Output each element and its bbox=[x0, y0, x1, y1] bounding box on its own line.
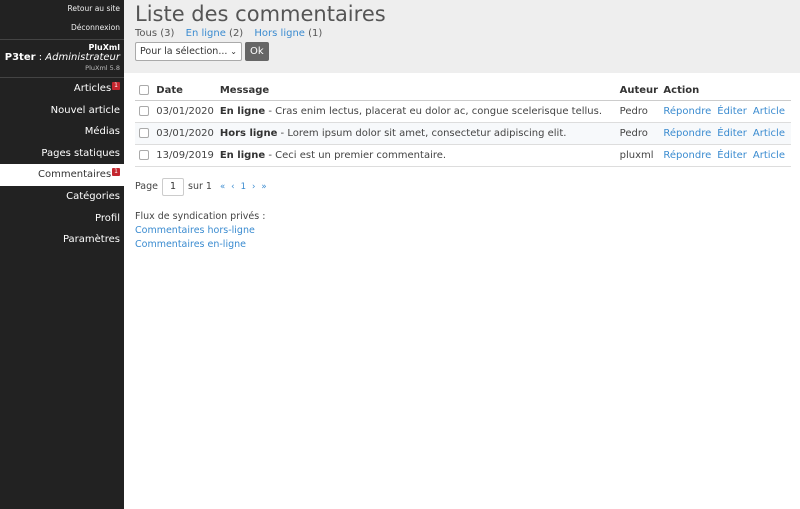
comment-text: - Lorem ipsum dolor sit amet, consectetu… bbox=[277, 127, 567, 139]
pagination: Page 1 sur 1 « ‹ 1 › » bbox=[135, 177, 791, 196]
menu-item-label: Commentaires bbox=[38, 169, 112, 181]
menu-item-label: Profil bbox=[95, 212, 120, 224]
page-total-label: sur 1 bbox=[188, 181, 212, 192]
last-page-link[interactable]: » bbox=[261, 182, 266, 192]
table-row: 03/01/2020 En ligne - Cras enim lectus, … bbox=[135, 100, 791, 123]
filter-online[interactable]: En ligne (2) bbox=[186, 28, 244, 39]
column-header-date: Date bbox=[156, 82, 220, 101]
page-label: Page bbox=[135, 181, 158, 192]
comment-text: - Ceci est un premier commentaire. bbox=[265, 149, 447, 161]
menu-item-label: Paramètres bbox=[62, 234, 120, 246]
user-separator: : bbox=[35, 52, 46, 63]
row-checkbox[interactable] bbox=[139, 127, 149, 138]
edit-link[interactable]: Éditer bbox=[717, 128, 747, 139]
syndication-label: Flux de syndication privés : bbox=[135, 210, 266, 222]
first-page-link[interactable]: « bbox=[220, 182, 225, 192]
select-all-checkbox[interactable] bbox=[139, 85, 149, 96]
comment-message: En ligne - Ceci est un premier commentai… bbox=[219, 144, 620, 167]
bulk-action-select[interactable]: Pour la sélection... ⌄ bbox=[135, 42, 242, 61]
menu-item-label: Nouvel article bbox=[50, 104, 120, 116]
row-checkbox[interactable] bbox=[139, 149, 149, 160]
comment-text: - Cras enim lectus, placerat eu dolor ac… bbox=[265, 105, 603, 117]
comment-status: Hors ligne bbox=[219, 127, 278, 139]
filter-label[interactable]: Hors ligne bbox=[254, 28, 305, 39]
filter-count: (3) bbox=[160, 28, 175, 39]
ok-button[interactable]: Ok bbox=[245, 42, 269, 61]
reply-link[interactable]: Répondre bbox=[663, 128, 711, 139]
menu-item-settings[interactable]: Paramètres bbox=[0, 229, 124, 251]
filter-label[interactable]: En ligne bbox=[186, 28, 226, 39]
filter-offline[interactable]: Hors ligne (1) bbox=[254, 28, 322, 39]
comment-date: 13/09/2019 bbox=[156, 144, 220, 167]
profile-block: PluXml P3ter : Administrateur PluXml 5.8 bbox=[0, 39, 124, 78]
column-header-author: Auteur bbox=[619, 82, 664, 101]
menu-item-static-pages[interactable]: Pages statiques bbox=[0, 143, 124, 165]
row-checkbox[interactable] bbox=[139, 105, 149, 116]
user-line: P3ter : Administrateur bbox=[4, 52, 120, 64]
comment-date: 03/01/2020 bbox=[156, 122, 220, 145]
version-label: PluXml 5.8 bbox=[85, 64, 120, 72]
column-header-action: Action bbox=[663, 82, 791, 101]
brand-name: PluXml bbox=[88, 43, 120, 52]
comment-author: pluxml bbox=[619, 144, 664, 167]
page-number-input[interactable]: 1 bbox=[162, 177, 184, 196]
user-role: Administrateur bbox=[45, 52, 120, 63]
previous-page-link[interactable]: ‹ bbox=[231, 182, 234, 192]
table-row: 13/09/2019 En ligne - Ceci est un premie… bbox=[135, 144, 791, 167]
user-name: P3ter bbox=[4, 52, 36, 63]
comment-author: Pedro bbox=[619, 100, 664, 123]
main-menu: Articles 1 Nouvel article Médias Pages st… bbox=[0, 78, 124, 251]
menu-item-media[interactable]: Médias bbox=[0, 121, 124, 143]
filter-all[interactable]: Tous (3) bbox=[135, 28, 174, 39]
edit-link[interactable]: Éditer bbox=[717, 150, 747, 161]
comment-message: Hors ligne - Lorem ipsum dolor sit amet,… bbox=[219, 122, 620, 145]
comments-count-badge: 1 bbox=[112, 168, 120, 177]
current-page-link[interactable]: 1 bbox=[241, 182, 246, 192]
filter-count: (1) bbox=[308, 28, 323, 39]
article-link[interactable]: Article bbox=[753, 106, 785, 117]
bulk-action-value: Pour la sélection... bbox=[140, 46, 228, 57]
comment-author: Pedro bbox=[619, 122, 664, 145]
menu-item-label: Articles bbox=[73, 83, 112, 94]
comments-table: Date Message Auteur Action 03/01/2020 En… bbox=[135, 82, 791, 167]
articles-count-badge: 1 bbox=[112, 82, 120, 90]
table-row: 03/01/2020 Hors ligne - Lorem ipsum dolo… bbox=[135, 122, 791, 145]
back-to-site-link[interactable]: Retour au site bbox=[4, 0, 120, 18]
menu-item-label: Médias bbox=[84, 126, 120, 138]
article-link[interactable]: Article bbox=[753, 128, 785, 139]
filter-count: (2) bbox=[229, 28, 244, 39]
syndication-feeds: Flux de syndication privés : Commentaire… bbox=[135, 210, 791, 252]
main-content: Date Message Auteur Action 03/01/2020 En… bbox=[135, 82, 791, 252]
menu-item-label: Catégories bbox=[66, 190, 120, 202]
menu-item-comments[interactable]: Commentaires 1 bbox=[0, 164, 124, 186]
online-comments-feed-link[interactable]: Commentaires en-ligne bbox=[135, 238, 791, 252]
menu-item-label: Pages statiques bbox=[41, 147, 120, 159]
comment-status: En ligne bbox=[219, 149, 266, 161]
reply-link[interactable]: Répondre bbox=[663, 106, 711, 117]
table-header-row: Date Message Auteur Action bbox=[135, 82, 791, 101]
menu-item-profile[interactable]: Profil bbox=[0, 208, 124, 230]
article-link[interactable]: Article bbox=[753, 150, 785, 161]
menu-item-new-article[interactable]: Nouvel article bbox=[0, 100, 124, 122]
menu-item-categories[interactable]: Catégories bbox=[0, 186, 124, 208]
reply-link[interactable]: Répondre bbox=[663, 150, 711, 161]
comment-status: En ligne bbox=[219, 105, 266, 117]
page-header: Liste des commentaires Tous (3) En ligne… bbox=[124, 0, 800, 73]
logout-link[interactable]: Déconnexion bbox=[4, 18, 120, 37]
comment-filters: Tous (3) En ligne (2) Hors ligne (1) bbox=[135, 28, 800, 39]
comment-date: 03/01/2020 bbox=[156, 100, 220, 123]
next-page-link[interactable]: › bbox=[252, 182, 255, 192]
comment-message: En ligne - Cras enim lectus, placerat eu… bbox=[219, 100, 620, 123]
column-header-message: Message bbox=[219, 82, 620, 101]
filter-label: Tous bbox=[135, 28, 158, 39]
offline-comments-feed-link[interactable]: Commentaires hors-ligne bbox=[135, 224, 791, 238]
page-title: Liste des commentaires bbox=[135, 2, 386, 26]
menu-item-articles[interactable]: Articles 1 bbox=[0, 78, 124, 100]
chevron-down-icon: ⌄ bbox=[230, 47, 237, 56]
sidebar: Retour au site Déconnexion PluXml P3ter … bbox=[0, 0, 124, 509]
edit-link[interactable]: Éditer bbox=[717, 106, 747, 117]
